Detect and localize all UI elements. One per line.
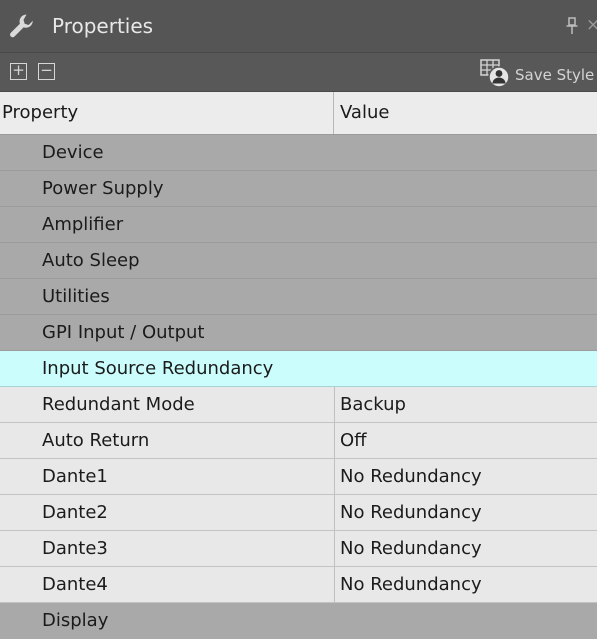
pin-icon[interactable] xyxy=(566,17,578,35)
panel-title: Properties xyxy=(52,14,154,38)
column-header-value[interactable]: Value xyxy=(335,92,597,134)
row-value[interactable]: Off xyxy=(340,423,367,459)
category-row[interactable]: Device xyxy=(0,135,597,171)
row-label: Utilities xyxy=(42,286,110,307)
row-value[interactable]: No Redundancy xyxy=(340,459,482,495)
row-label: Auto Return xyxy=(42,430,150,451)
row-label: Redundant Mode xyxy=(42,394,195,415)
category-row[interactable]: Power Supply xyxy=(0,171,597,207)
row-label: Dante4 xyxy=(42,574,108,595)
category-row[interactable]: Auto Sleep xyxy=(0,243,597,279)
property-row[interactable]: Dante4 No Redundancy xyxy=(0,567,597,603)
row-label: Device xyxy=(42,142,104,163)
category-row[interactable]: Input Source Redundancy xyxy=(0,351,597,387)
expand-all-button[interactable]: + xyxy=(10,63,27,80)
row-value[interactable]: No Redundancy xyxy=(340,567,482,603)
category-row[interactable]: Amplifier xyxy=(0,207,597,243)
category-row[interactable]: Display xyxy=(0,603,597,639)
row-label: GPI Input / Output xyxy=(42,322,205,343)
property-row[interactable]: Dante3 No Redundancy xyxy=(0,531,597,567)
row-value[interactable]: No Redundancy xyxy=(340,495,482,531)
row-value[interactable]: No Redundancy xyxy=(340,531,482,567)
column-header-property[interactable]: Property xyxy=(0,92,334,134)
grid-user-icon xyxy=(478,58,510,88)
property-row[interactable]: Auto Return Off xyxy=(0,423,597,459)
panel-titlebar: Properties × xyxy=(0,0,597,53)
row-label: Auto Sleep xyxy=(42,250,140,271)
properties-panel: Properties × + − Save Style Property Val… xyxy=(0,0,597,639)
row-label: Display xyxy=(42,610,109,631)
row-label: Amplifier xyxy=(42,214,124,235)
category-row[interactable]: GPI Input / Output xyxy=(0,315,597,351)
wrench-icon xyxy=(9,13,35,39)
close-icon[interactable]: × xyxy=(586,14,597,36)
property-grid-rows: Device Power Supply Amplifier Auto Sleep Uti… xyxy=(0,135,597,639)
property-row[interactable]: Dante2 No Redundancy xyxy=(0,495,597,531)
row-label: Dante2 xyxy=(42,502,108,523)
collapse-all-button[interactable]: − xyxy=(38,63,55,80)
panel-toolbar: + − Save Style xyxy=(0,53,597,92)
grid-header: Property Value xyxy=(0,92,597,135)
row-label: Dante3 xyxy=(42,538,108,559)
save-style-label: Save Style xyxy=(515,66,595,84)
row-value[interactable]: Backup xyxy=(340,387,406,423)
property-row[interactable]: Redundant Mode Backup xyxy=(0,387,597,423)
row-label: Power Supply xyxy=(42,178,164,199)
row-label: Input Source Redundancy xyxy=(42,358,274,379)
category-row[interactable]: Utilities xyxy=(0,279,597,315)
row-label: Dante1 xyxy=(42,466,108,487)
property-row[interactable]: Dante1 No Redundancy xyxy=(0,459,597,495)
